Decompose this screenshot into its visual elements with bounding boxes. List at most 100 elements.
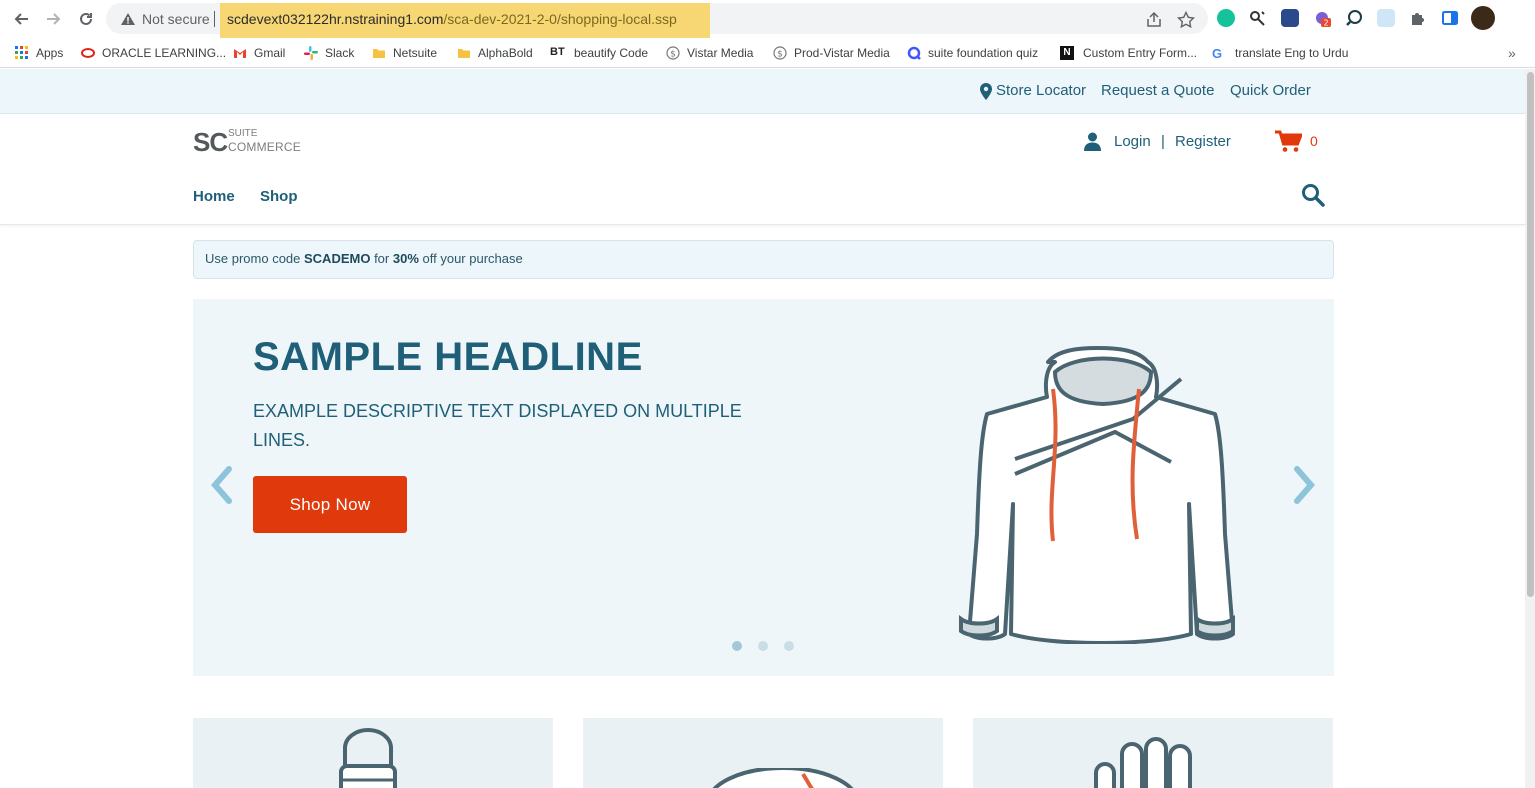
- bookmark-label: ORACLE LEARNING...: [102, 46, 227, 60]
- page-scrollbar-thumb[interactable]: [1527, 72, 1534, 597]
- svg-text:$: $: [670, 50, 676, 60]
- extension-badge: 2: [1323, 19, 1328, 28]
- promo-prefix: Use promo code: [205, 251, 304, 266]
- bookmark-label: suite foundation quiz: [928, 46, 1039, 60]
- forward-icon[interactable]: [43, 8, 65, 30]
- cart-count[interactable]: 0: [1310, 133, 1318, 149]
- bookmarks-bar: Apps ORACLE LEARNING... Gmail Slack Nets…: [0, 38, 1535, 68]
- profile-avatar[interactable]: [1471, 6, 1495, 30]
- url-text[interactable]: scdevext032122hr.nstraining1.com/sca-dev…: [227, 11, 677, 27]
- logo-sc: SC: [193, 127, 228, 157]
- bookmark-vistar[interactable]: $ Vistar Media: [666, 43, 753, 63]
- folder-icon: [458, 49, 470, 58]
- promo-suffix: off your purchase: [418, 251, 523, 266]
- url-path: /sca-dev-2021-2-0/shopping-local.ssp: [443, 11, 677, 27]
- back-icon[interactable]: [10, 8, 32, 30]
- carousel-next-icon[interactable]: [1293, 465, 1317, 505]
- sidepanel-icon[interactable]: [1441, 9, 1459, 27]
- bookmark-beautify[interactable]: BT beautify Code: [550, 43, 648, 63]
- promo-discount: 30%: [392, 251, 419, 266]
- browser-toolbar: Not secure scdevext032122hr.nstraining1.…: [0, 0, 1535, 39]
- bookmark-alphabold[interactable]: AlphaBold: [457, 43, 533, 63]
- bookmark-oracle[interactable]: ORACLE LEARNING...: [81, 43, 226, 63]
- hero-headline: SAMPLE HEADLINE: [253, 335, 643, 379]
- security-label[interactable]: Not secure: [142, 11, 210, 27]
- dollar-circle-icon: $: [666, 46, 680, 60]
- hero-carousel: SAMPLE HEADLINE EXAMPLE DESCRIPTIVE TEXT…: [193, 299, 1334, 676]
- folder-icon: [373, 49, 385, 58]
- extensions-puzzle-icon[interactable]: [1409, 9, 1427, 27]
- promo-code: SCADEMO: [304, 251, 371, 266]
- search-ext-icon[interactable]: [1345, 9, 1363, 27]
- svg-text:$: $: [777, 50, 783, 60]
- gmail-icon: [234, 49, 246, 58]
- bookmark-custom-entry[interactable]: N Custom Entry Form...: [1060, 43, 1197, 63]
- hoodie-image: [959, 346, 1235, 644]
- site-header: SC SUITE COMMERCE Login | Register 0 Hom…: [0, 114, 1525, 225]
- promo-mid: for: [370, 251, 393, 266]
- bookmark-slack[interactable]: Slack: [304, 43, 354, 63]
- bookmark-apps[interactable]: Apps: [15, 43, 63, 63]
- category-card-cap[interactable]: [583, 718, 943, 788]
- grammarly-icon[interactable]: [1217, 9, 1235, 27]
- bookmark-suite-quiz[interactable]: suite foundation quiz: [907, 43, 1038, 63]
- bookmark-label: Gmail: [254, 46, 286, 60]
- search-icon[interactable]: [1301, 183, 1325, 207]
- login-register-divider: |: [1161, 133, 1165, 150]
- bt-icon: BT: [550, 46, 565, 58]
- bookmark-label: beautify Code: [574, 46, 649, 60]
- carousel-dot[interactable]: [732, 641, 742, 651]
- apps-grid-icon: [15, 46, 28, 59]
- logo-suite: SUITE: [228, 128, 258, 139]
- bookmark-label: Custom Entry Form...: [1083, 46, 1198, 60]
- bookmark-prod-vistar[interactable]: $ Prod-Vistar Media: [773, 43, 890, 63]
- bookmark-label: Slack: [325, 46, 355, 60]
- carousel-dot[interactable]: [758, 641, 768, 651]
- warning-icon: [121, 13, 135, 25]
- bookmarks-overflow-icon[interactable]: »: [1508, 43, 1516, 63]
- weather-ext-icon[interactable]: [1377, 9, 1395, 27]
- carousel-prev-icon[interactable]: [209, 465, 233, 505]
- bookmark-label: Netsuite: [393, 46, 438, 60]
- dollar-circle-icon: $: [773, 46, 787, 60]
- url-host: scdevext032122hr.nstraining1.com: [227, 11, 444, 27]
- category-card-gloves[interactable]: [973, 718, 1333, 788]
- login-link[interactable]: Login: [1114, 133, 1151, 150]
- bookmark-label: Prod-Vistar Media: [794, 46, 890, 60]
- request-quote-link[interactable]: Request a Quote: [1101, 82, 1214, 99]
- store-locator-link[interactable]: Store Locator: [996, 82, 1086, 99]
- notion-icon: N: [1060, 46, 1074, 60]
- bookmark-gmail[interactable]: Gmail: [233, 43, 285, 63]
- reload-icon[interactable]: [75, 8, 97, 30]
- google-icon: G: [1212, 46, 1223, 61]
- translate-ext-icon[interactable]: [1281, 9, 1299, 27]
- bookmark-translate[interactable]: G translate Eng to Urdu: [1212, 43, 1348, 63]
- website-viewport: Store Locator Request a Quote Quick Orde…: [0, 69, 1525, 788]
- cart-icon[interactable]: [1275, 130, 1302, 153]
- extension-tool-icon[interactable]: [1249, 9, 1267, 27]
- bookmark-star-icon[interactable]: [1177, 11, 1195, 29]
- shop-now-button[interactable]: Shop Now: [253, 476, 407, 533]
- map-pin-icon: [980, 83, 992, 100]
- nav-home[interactable]: Home: [193, 188, 235, 205]
- address-bar[interactable]: Not secure scdevext032122hr.nstraining1.…: [106, 3, 1208, 39]
- bookmark-label: Vistar Media: [687, 46, 754, 60]
- user-icon[interactable]: [1084, 132, 1101, 151]
- nav-shop[interactable]: Shop: [260, 188, 298, 205]
- share-icon[interactable]: [1145, 11, 1163, 29]
- omnibox-separator: [214, 11, 215, 27]
- bottle-image: [339, 728, 397, 788]
- carousel-dot[interactable]: [784, 641, 794, 651]
- utility-bar: Store Locator Request a Quote Quick Orde…: [0, 69, 1525, 114]
- bookmark-label: translate Eng to Urdu: [1235, 46, 1349, 60]
- bookmark-label: AlphaBold: [478, 46, 533, 60]
- hero-description: EXAMPLE DESCRIPTIVE TEXT DISPLAYED ON MU…: [253, 401, 742, 450]
- quizlet-icon: [907, 46, 921, 60]
- category-card-bottle[interactable]: [193, 718, 553, 788]
- cap-image: [712, 768, 854, 788]
- bookmark-netsuite[interactable]: Netsuite: [372, 43, 437, 63]
- quick-order-link[interactable]: Quick Order: [1230, 82, 1311, 99]
- register-link[interactable]: Register: [1175, 133, 1231, 150]
- snowflake-ext-icon[interactable]: 2: [1313, 9, 1331, 28]
- glove-image: [1094, 737, 1192, 788]
